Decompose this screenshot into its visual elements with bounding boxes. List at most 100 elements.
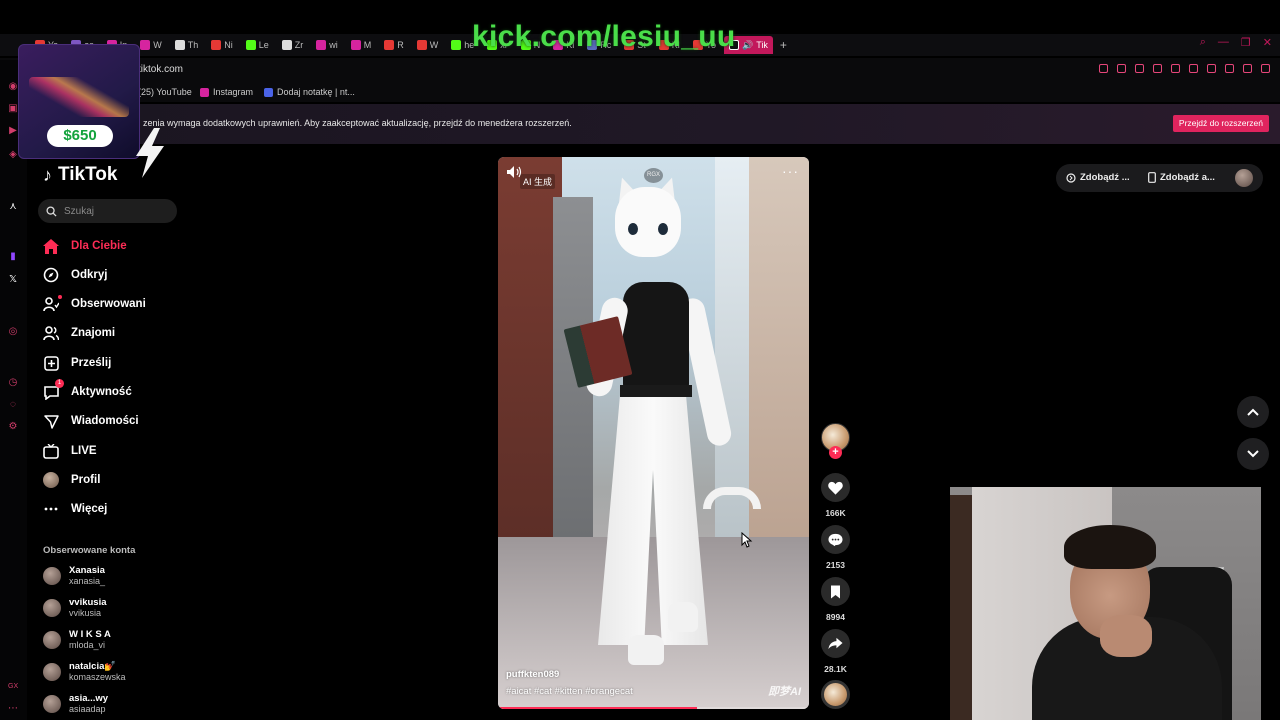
video-frame <box>715 157 749 537</box>
bookmark-youtube[interactable]: (25) YouTube <box>138 87 192 97</box>
browser-tab[interactable]: Le <box>241 36 274 54</box>
mouse-cursor-icon <box>741 532 753 548</box>
nav-following[interactable]: Obserwowani <box>43 293 146 315</box>
comment-button[interactable] <box>821 525 850 554</box>
video-frame <box>739 157 809 587</box>
sidebar-app-icon[interactable]: ◈ <box>8 150 18 160</box>
video-frame <box>620 385 692 397</box>
user-avatar[interactable] <box>1235 169 1253 187</box>
bookmark-notes[interactable]: Dodaj notatkę | nt... <box>264 87 355 97</box>
download-icon[interactable] <box>1243 64 1252 73</box>
follow-plus-icon[interactable]: + <box>829 446 842 459</box>
ai-brand-watermark: 即梦AI <box>768 686 801 698</box>
heart-icon[interactable] <box>1189 64 1198 73</box>
sidebar-app-icon[interactable]: ◎ <box>8 327 18 337</box>
menu-icon[interactable] <box>1261 64 1270 73</box>
search-input[interactable] <box>64 205 164 217</box>
go-to-extensions-button[interactable]: Przejdź do rozszerzeń <box>1172 115 1269 132</box>
browser-tab[interactable]: W <box>412 36 444 54</box>
avatar <box>43 567 61 585</box>
minimize-icon[interactable]: — <box>1218 36 1229 49</box>
tab-favicon-icon <box>384 40 395 50</box>
activity-badge: 1 <box>55 379 64 388</box>
more-options-icon[interactable]: ··· <box>782 163 799 179</box>
history-icon[interactable]: ◷ <box>8 378 18 388</box>
video-hashtags[interactable]: #aicat #cat #kitten #orangecat <box>506 686 633 697</box>
nav-profile[interactable]: Profil <box>43 469 100 491</box>
browser-tab[interactable]: Th <box>170 36 204 54</box>
browser-tab[interactable]: M <box>346 36 377 54</box>
ai-generated-label: AI 生成 <box>520 174 556 189</box>
video-progress-bar[interactable] <box>498 707 809 709</box>
share-icon[interactable] <box>1225 64 1234 73</box>
nav-messages[interactable]: Wiadomości <box>43 410 139 432</box>
tiktok-logo[interactable]: ♪ TikTok <box>43 164 117 186</box>
get-coins-button[interactable]: Zdobądź ... <box>1066 172 1130 183</box>
sidebar-app-icon[interactable]: ▶ <box>8 126 18 136</box>
nav-for-you[interactable]: Dla Ciebie <box>43 235 127 257</box>
video-progress-fill <box>498 707 698 709</box>
webcam-person <box>1064 525 1156 569</box>
restore-icon[interactable]: ❐ <box>1241 36 1251 49</box>
sidebar-app-icon[interactable]: ◉ <box>8 82 18 92</box>
chevron-up-icon <box>1247 408 1259 416</box>
search-icon <box>46 205 57 217</box>
more-icon[interactable]: ⋯ <box>8 704 18 714</box>
url-field[interactable]: tiktok.com <box>138 64 183 75</box>
browser-tab[interactable]: R <box>379 36 409 54</box>
sidebar-app-icon[interactable]: ⋏ <box>8 202 18 212</box>
tab-favicon-icon <box>451 40 462 50</box>
tab-favicon-icon <box>140 40 151 50</box>
pin-icon[interactable] <box>1099 64 1108 73</box>
nav-friends[interactable]: Znajomi <box>43 322 115 344</box>
new-tab-button[interactable]: + <box>780 38 787 52</box>
nav-more[interactable]: Więcej <box>43 498 107 520</box>
nav-explore[interactable]: Odkryj <box>43 264 107 286</box>
nav-upload[interactable]: Prześlij <box>43 352 111 374</box>
extensions-icon[interactable] <box>1207 64 1216 73</box>
followed-account[interactable]: asia...wy asiaadap <box>43 690 108 718</box>
twitch-icon[interactable]: ▮ <box>8 252 18 262</box>
video-frame <box>658 223 668 235</box>
save-button[interactable] <box>821 577 850 606</box>
donation-amount: $650 <box>47 125 113 147</box>
sidebar-app-icon[interactable]: ▣ <box>8 104 18 114</box>
translate-icon[interactable] <box>1153 64 1162 73</box>
x-icon[interactable]: 𝕏 <box>8 275 18 285</box>
top-right-actions: Zdobądź ... Zdobądź a... <box>1056 164 1263 192</box>
home-icon <box>43 238 59 254</box>
followed-account[interactable]: natalcia💅 komaszewska <box>43 658 126 686</box>
kick-channel-banner: kick.com/lesiu_uu <box>472 20 736 53</box>
sidebar-app-icon[interactable]: GX <box>8 682 18 692</box>
sound-disc-avatar[interactable] <box>821 680 850 709</box>
settings-icon[interactable]: ⚙ <box>8 422 18 432</box>
browser-tab[interactable]: Ni <box>206 36 238 54</box>
tab-favicon-icon <box>281 40 292 50</box>
shield-icon[interactable] <box>1135 64 1144 73</box>
previous-video-button[interactable] <box>1237 396 1269 428</box>
share-button[interactable] <box>821 629 850 658</box>
search-icon[interactable]: ⌕ <box>1200 36 1206 49</box>
bookmark-instagram[interactable]: Instagram <box>200 87 253 97</box>
nav-activity[interactable]: 1 Aktywność <box>43 379 132 403</box>
next-video-button[interactable] <box>1237 438 1269 470</box>
avatar <box>43 663 61 681</box>
donation-streak-graphic <box>29 77 129 117</box>
nav-live[interactable]: LIVE <box>43 440 97 462</box>
search-box[interactable] <box>38 199 177 223</box>
followed-account[interactable]: W I K S Amloda_vi <box>43 626 111 654</box>
browser-tab[interactable]: wi <box>311 36 343 54</box>
followed-account[interactable]: vvikusia vvikusia <box>43 594 107 622</box>
followed-account[interactable]: Xanasia xanasia_ <box>43 562 105 590</box>
notes-icon <box>264 87 273 97</box>
play-icon[interactable] <box>1171 64 1180 73</box>
get-app-button[interactable]: Zdobądź a... <box>1148 172 1215 183</box>
like-button[interactable] <box>821 473 850 502</box>
browser-tab[interactable]: Zr <box>277 36 309 54</box>
screenshot-icon[interactable] <box>1117 64 1126 73</box>
tab-favicon-icon <box>211 40 222 50</box>
chat-icon[interactable]: ◌ <box>8 400 18 410</box>
video-player[interactable]: AI 生成 RGX ··· puffkten089 #aicat #cat #k… <box>498 157 809 709</box>
video-author[interactable]: puffkten089 <box>506 669 559 680</box>
close-icon[interactable]: ✕ <box>1263 36 1272 49</box>
